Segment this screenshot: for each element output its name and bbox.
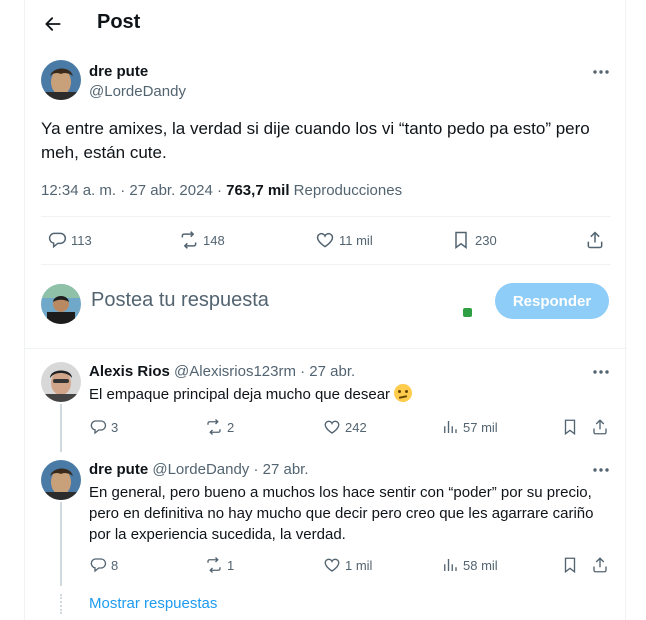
reply-avatar[interactable] [41, 362, 81, 402]
heart-icon [323, 418, 341, 436]
reply-avatar[interactable] [41, 460, 81, 500]
thread-line [60, 404, 62, 452]
more-icon [593, 370, 609, 374]
bookmark-action[interactable]: 230 [451, 230, 497, 250]
reply-author: Alexis Rios @Alexisrios123rm · 27 abr. [89, 363, 355, 380]
post-actions: 113 148 11 mil 230 [25, 228, 627, 254]
post-meta: 12:34 a. m. · 27 abr. 2024 · 763,7 mil R… [41, 182, 402, 199]
share-icon [591, 556, 609, 574]
like-count: 11 mil [339, 232, 373, 248]
more-icon [593, 468, 609, 472]
reply-handle-date[interactable]: @Alexisrios123rm · 27 abr. [174, 363, 355, 380]
page-title: Post [97, 11, 141, 33]
bookmark-icon [561, 556, 579, 574]
reply-count: 113 [71, 232, 92, 248]
views-count: 57 mil [463, 419, 498, 435]
repost-count: 1 [227, 557, 235, 573]
views-icon [441, 418, 459, 436]
author-avatar[interactable] [41, 60, 81, 100]
reply-action[interactable]: 3 [89, 418, 118, 436]
heart-icon [315, 230, 335, 250]
thread-line [60, 502, 62, 586]
status-indicator [463, 308, 472, 317]
thread-dots [60, 594, 62, 614]
emoji-icon [394, 384, 413, 402]
more-options-button[interactable] [591, 62, 611, 82]
share-action[interactable] [591, 418, 609, 436]
views-label: Reproducciones [289, 182, 403, 199]
like-action[interactable]: 1 mil [323, 556, 372, 574]
reply-action[interactable]: 113 [47, 230, 92, 250]
share-action[interactable] [591, 556, 609, 574]
share-icon [585, 230, 605, 250]
post-timestamp[interactable]: 12:34 a. m. · 27 abr. 2024 · [41, 182, 226, 199]
header: Post [25, 0, 627, 48]
reply-text-content: El empaque principal deja mucho que dese… [89, 386, 391, 403]
repost-count: 2 [227, 419, 235, 435]
like-count: 242 [345, 419, 367, 435]
bookmark-icon [451, 230, 471, 250]
share-action[interactable] [585, 230, 605, 250]
repost-action[interactable]: 1 [205, 556, 234, 574]
bookmark-count: 230 [475, 232, 497, 248]
author-name[interactable]: dre pute [89, 63, 148, 80]
back-button[interactable] [37, 8, 69, 40]
user-avatar[interactable] [41, 284, 81, 324]
reply-author-name[interactable]: dre pute [89, 461, 148, 478]
reply-count: 8 [111, 557, 119, 573]
reply-count: 3 [111, 419, 119, 435]
more-options-button[interactable] [591, 362, 611, 382]
reply-text: En general, pero bueno a muchos los hace… [89, 484, 594, 543]
share-icon [591, 418, 609, 436]
reply-author-name[interactable]: Alexis Rios [89, 363, 170, 380]
divider [41, 216, 611, 217]
repost-action[interactable]: 148 [179, 230, 225, 250]
repost-icon [205, 556, 223, 574]
reply-text: El empaque principal deja mucho que dese… [89, 384, 619, 405]
reply-icon [89, 556, 107, 574]
arrow-left-icon [45, 17, 61, 31]
repost-count: 148 [203, 232, 225, 248]
bookmark-action[interactable] [561, 418, 579, 436]
reply-handle-date[interactable]: @LordeDandy · 27 abr. [152, 461, 308, 478]
views-icon [441, 556, 459, 574]
like-action[interactable]: 242 [323, 418, 367, 436]
reply-author: dre pute @LordeDandy · 27 abr. [89, 461, 309, 478]
bookmark-action[interactable] [561, 556, 579, 574]
reply-icon [47, 230, 67, 250]
more-icon [593, 70, 609, 74]
author-handle[interactable]: @LordeDandy [89, 83, 186, 100]
views-action[interactable]: 57 mil [441, 418, 498, 436]
views-count: 58 mil [463, 557, 498, 573]
post-text: Ya entre amixes, la verdad si dije cuand… [41, 119, 590, 162]
show-replies-link[interactable]: Mostrar respuestas [89, 595, 217, 612]
reply-input[interactable]: Postea tu respuesta [91, 289, 269, 312]
post-column: Post dre pute @LordeDandy Ya entre amixe… [24, 0, 627, 620]
repost-icon [179, 230, 199, 250]
repost-icon [205, 418, 223, 436]
views-count: 763,7 mil [226, 182, 290, 199]
like-count: 1 mil [345, 557, 373, 573]
divider [25, 348, 627, 349]
more-options-button[interactable] [591, 460, 611, 480]
reply-icon [89, 418, 107, 436]
heart-icon [323, 556, 341, 574]
bookmark-icon [561, 418, 579, 436]
views-action[interactable]: 58 mil [441, 556, 498, 574]
reply-action[interactable]: 8 [89, 556, 118, 574]
divider [41, 264, 611, 265]
repost-action[interactable]: 2 [205, 418, 234, 436]
like-action[interactable]: 11 mil [315, 230, 373, 250]
reply-button[interactable]: Responder [495, 283, 609, 319]
